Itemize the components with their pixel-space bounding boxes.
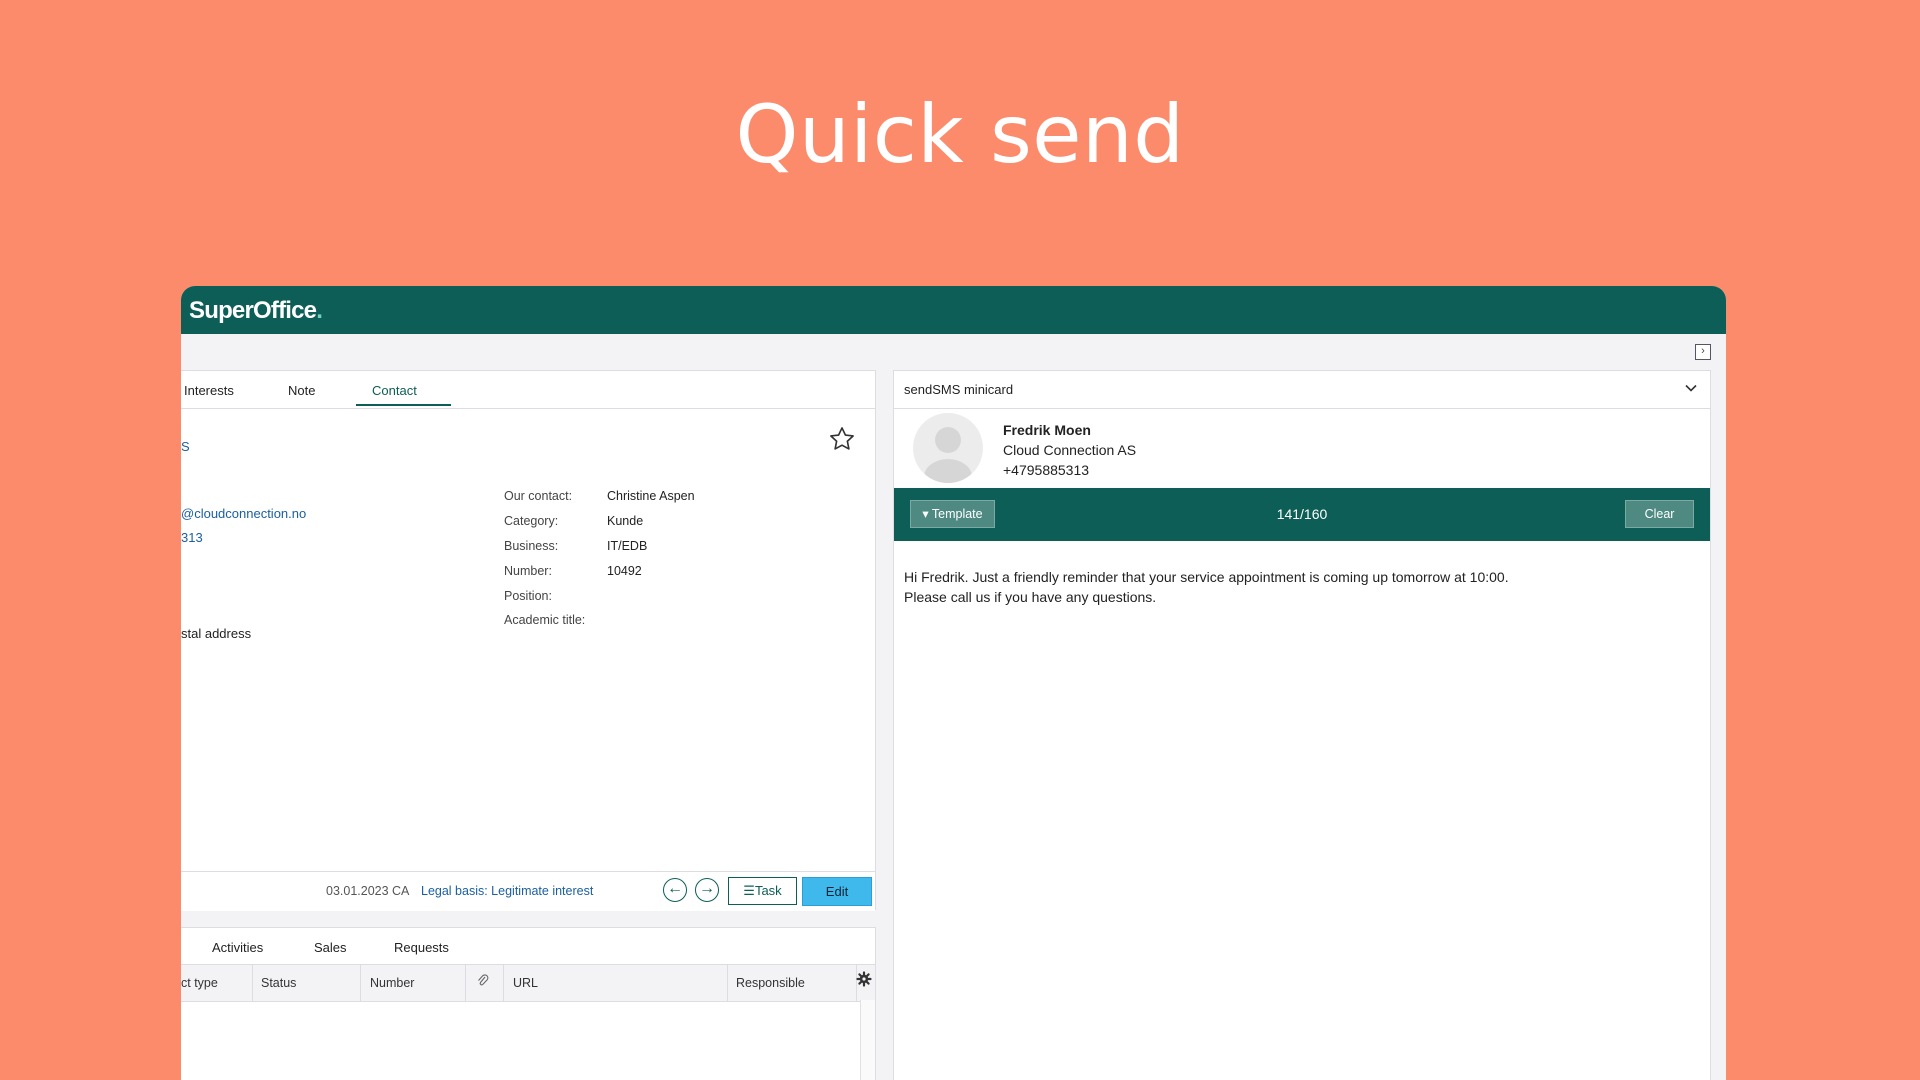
hero-title: Quick send [735, 88, 1185, 181]
previous-arrow-icon[interactable]: ← [663, 878, 687, 902]
updated-date: 03.01.2023 CA [326, 884, 410, 898]
related-items-panel: Activities Sales Requests ct type Status… [181, 927, 876, 1080]
contact-name: Fredrik Moen [1003, 422, 1091, 438]
active-tab-indicator [356, 404, 451, 406]
gear-icon[interactable] [856, 971, 872, 987]
email-link[interactable]: @cloudconnection.no [181, 506, 306, 521]
tab-activities[interactable]: Activities [212, 940, 263, 955]
tab-interests[interactable]: Interests [184, 383, 234, 398]
tab-sales[interactable]: Sales [314, 940, 347, 955]
number-value: 10492 [607, 564, 642, 578]
character-counter: 141/160 [1276, 506, 1328, 522]
postal-address-label: stal address [181, 626, 252, 641]
column-responsible[interactable]: Responsible [736, 976, 805, 990]
paperclip-icon[interactable] [477, 974, 489, 991]
favorite-star-icon[interactable] [828, 425, 856, 453]
contact-footer: 03.01.2023 CA Legal basis: Legitimate in… [181, 871, 875, 911]
app-window: SuperOffice. › Interests Note Contact S … [181, 286, 1726, 1080]
phone-link[interactable]: 313 [181, 530, 203, 545]
column-divider [252, 965, 253, 1001]
edit-button[interactable]: Edit [802, 877, 872, 906]
sms-message-input[interactable]: Hi Fredrik. Just a friendly reminder tha… [904, 567, 1694, 607]
list-icon: ☰ [743, 883, 755, 898]
column-number[interactable]: Number [370, 976, 414, 990]
minicard-title: sendSMS minicard [904, 382, 1014, 397]
business-value: IT/EDB [607, 539, 648, 553]
sms-toolbar: ▾ Template 141/160 Clear [894, 488, 1710, 541]
column-status[interactable]: Status [261, 976, 296, 990]
tab-requests[interactable]: Requests [394, 940, 449, 955]
number-label: Number: [504, 564, 552, 578]
column-type[interactable]: ct type [181, 976, 218, 990]
contact-phone: +4795885313 [1003, 462, 1090, 478]
category-value: Kunde [607, 514, 644, 528]
minicard-header: sendSMS minicard [894, 371, 1710, 409]
contact-tabs: Interests Note Contact [181, 371, 875, 409]
contact-panel: Interests Note Contact S @cloudconnectio… [181, 370, 876, 911]
column-divider [465, 965, 466, 1001]
business-label: Business: [504, 539, 559, 553]
grid-header: ct type Status Number URL Responsible [181, 964, 875, 1002]
our-contact-value: Christine Aspen [607, 489, 695, 503]
our-contact-label: Our contact: [504, 489, 573, 503]
column-divider [727, 965, 728, 1001]
tab-contact[interactable]: Contact [372, 383, 417, 398]
legal-basis-link[interactable]: Legal basis: Legitimate interest [421, 884, 593, 898]
grid-scrollbar[interactable] [860, 1000, 875, 1080]
company-name-link[interactable]: S [181, 439, 190, 454]
position-label: Position: [504, 589, 552, 603]
superoffice-logo[interactable]: SuperOffice. [189, 297, 323, 325]
contact-company: Cloud Connection AS [1003, 442, 1137, 458]
task-button[interactable]: ☰Task [728, 877, 797, 905]
collapse-panel-icon[interactable]: › [1695, 344, 1711, 360]
next-arrow-icon[interactable]: → [695, 878, 719, 902]
column-url[interactable]: URL [513, 976, 538, 990]
chevron-down-icon[interactable] [1684, 381, 1698, 395]
column-divider [503, 965, 504, 1001]
column-divider [360, 965, 361, 1001]
top-bar: SuperOffice. [181, 286, 1726, 334]
sendsms-minicard: sendSMS minicard Fredrik Moen Cloud Conn… [893, 370, 1711, 1080]
tab-note[interactable]: Note [288, 383, 315, 398]
academic-title-label: Academic title: [504, 613, 586, 627]
avatar [913, 413, 983, 483]
clear-button[interactable]: Clear [1625, 500, 1694, 528]
category-label: Category: [504, 514, 559, 528]
